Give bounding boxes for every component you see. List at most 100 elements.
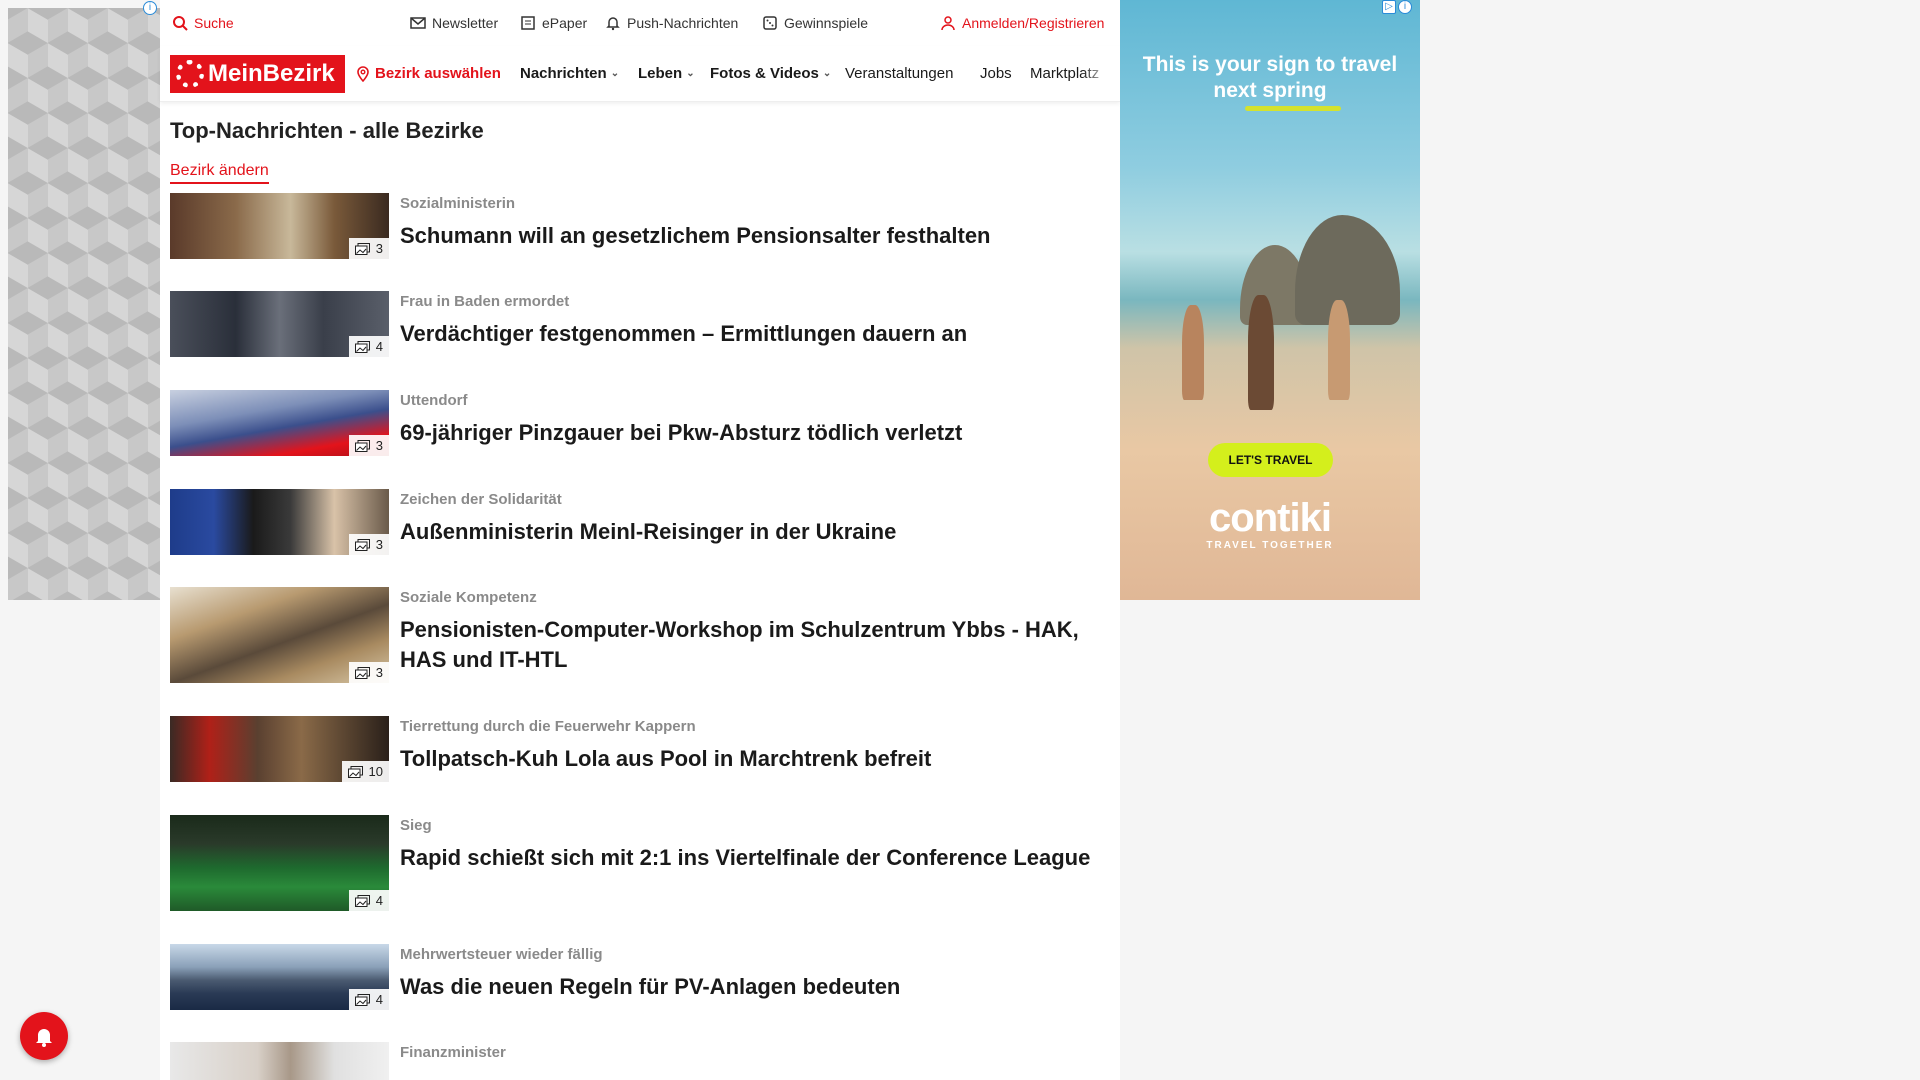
right-display-ad[interactable]: ▷ i This is your sign to travel next spr… — [1120, 0, 1420, 600]
search-link[interactable]: Suche — [172, 15, 234, 31]
mail-icon — [410, 17, 426, 29]
article-headline[interactable]: 69-jähriger Pinzgauer bei Pkw-Absturz tö… — [400, 418, 1100, 448]
ad-info-icon[interactable]: i — [1398, 0, 1412, 14]
newspaper-icon — [521, 16, 535, 30]
article-kicker: Finanzminister — [400, 1044, 506, 1061]
image-count-badge: 10 — [341, 761, 389, 782]
search-icon — [173, 16, 188, 31]
chevron-down-icon: ⌄ — [610, 68, 620, 79]
meinbezirk-logo[interactable]: MeinBezirk — [170, 55, 345, 93]
article-item[interactable]: 4 Sieg Rapid schießt sich mit 2:1 ins Vi… — [170, 815, 1100, 925]
search-label: Suche — [194, 15, 234, 31]
article-headline[interactable]: Rapid schießt sich mit 2:1 ins Viertelfi… — [400, 843, 1100, 873]
nav-item-leben[interactable]: Leben ⌄ — [638, 65, 695, 82]
article-item[interactable]: Finanzminister — [170, 1042, 1100, 1080]
image-gallery-icon — [354, 340, 370, 353]
push-label: Push-Nachrichten — [627, 15, 739, 31]
image-count-badge: 4 — [348, 989, 389, 1010]
ad-headline-underline — [1245, 106, 1341, 111]
nav-item-label: Veranstaltungen — [845, 65, 954, 82]
article-headline[interactable]: Was die neuen Regeln für PV-Anlagen bede… — [400, 972, 1100, 1002]
nav-item-nachrichten[interactable]: Nachrichten ⌄ — [520, 65, 619, 82]
article-kicker: Soziale Kompetenz — [400, 589, 537, 606]
ad-brand-logo: contiki — [1209, 496, 1332, 540]
image-gallery-icon — [354, 666, 370, 679]
article-kicker: Tierrettung durch die Feuerwehr Kappern — [400, 718, 696, 735]
article-headline[interactable]: Verdächtiger festgenommen – Ermittlungen… — [400, 319, 1100, 349]
page-title: Top-Nachrichten - alle Bezirke — [170, 118, 484, 143]
article-thumbnail[interactable]: 10 — [170, 716, 389, 782]
ad-headline: This is your sign to travel next spring — [1142, 53, 1398, 102]
district-select[interactable]: Bezirk auswählen — [355, 65, 501, 82]
image-gallery-icon — [354, 538, 370, 551]
article-item[interactable]: 3 Zeichen der Solidarität Außenministeri… — [170, 489, 1100, 569]
article-headline[interactable]: Tollpatsch-Kuh Lola aus Pool in Marchtre… — [400, 744, 1100, 774]
article-thumbnail[interactable] — [170, 1042, 389, 1080]
article-headline[interactable]: Außenministerin Meinl-Reisinger in der U… — [400, 517, 1100, 547]
change-district-link[interactable]: Bezirk ändern — [170, 162, 269, 184]
chevron-down-icon: ⌄ — [686, 68, 695, 79]
epaper-link[interactable]: ePaper — [520, 15, 587, 31]
image-gallery-icon — [347, 765, 363, 778]
main-navigation: MeinBezirk Bezirk auswählen Nachrichten … — [160, 46, 1120, 102]
nav-item-fotos-videos[interactable]: Fotos & Videos ⌄ — [710, 65, 831, 82]
logo-mark-icon — [176, 60, 204, 88]
image-count-badge: 3 — [348, 435, 389, 456]
games-link[interactable]: Gewinnspiele — [762, 15, 868, 31]
image-count: 4 — [375, 893, 383, 908]
image-count: 3 — [375, 537, 383, 552]
ad-rock-shape — [1295, 215, 1400, 325]
nav-item-label: Fotos & Videos — [710, 65, 819, 82]
user-icon — [941, 16, 955, 31]
ad-info-icon[interactable]: i — [143, 1, 157, 15]
article-kicker: Sozialministerin — [400, 195, 516, 212]
article-thumbnail[interactable]: 3 — [170, 587, 389, 683]
nav-item-label: Jobs — [980, 65, 1012, 82]
login-link[interactable]: Anmelden/Registrieren — [940, 15, 1104, 31]
nav-item-label: Nachrichten — [520, 65, 607, 82]
image-count-badge: 3 — [348, 238, 389, 259]
article-kicker: Uttendorf — [400, 392, 468, 409]
nav-item-label: Leben — [638, 65, 683, 82]
article-kicker: Mehrwertsteuer wieder fällig — [400, 946, 603, 963]
image-gallery-icon — [354, 894, 370, 907]
article-item[interactable]: 3 Uttendorf 69-jähriger Pinzgauer bei Pk… — [170, 390, 1100, 470]
article-item[interactable]: 3 Sozialministerin Schumann will an gese… — [170, 193, 1100, 273]
push-notification-button[interactable] — [20, 1012, 68, 1060]
article-thumbnail[interactable]: 3 — [170, 193, 389, 259]
article-item[interactable]: 4 Frau in Baden ermordet Verdächtiger fe… — [170, 291, 1100, 371]
image-count-badge: 3 — [348, 662, 389, 683]
image-count-badge: 3 — [348, 534, 389, 555]
ad-cta-button[interactable]: LET'S TRAVEL — [1208, 443, 1333, 477]
article-headline[interactable]: Schumann will an gesetzlichem Pensionsal… — [400, 221, 1100, 251]
ad-person-figure — [1328, 300, 1350, 400]
newsletter-label: Newsletter — [432, 15, 499, 31]
image-gallery-icon — [354, 439, 370, 452]
left-skyscraper-ad[interactable] — [8, 8, 160, 600]
image-gallery-icon — [354, 993, 370, 1006]
article-headline[interactable]: Pensionisten-Computer-Workshop im Schulz… — [400, 615, 1100, 675]
article-thumbnail[interactable]: 4 — [170, 291, 389, 357]
article-thumbnail[interactable]: 3 — [170, 390, 389, 456]
article-thumbnail[interactable]: 4 — [170, 944, 389, 1010]
epaper-label: ePaper — [542, 15, 588, 31]
image-count: 3 — [375, 665, 383, 680]
image-count: 4 — [375, 992, 383, 1007]
nav-item-veranstaltungen[interactable]: Veranstaltungen — [845, 65, 953, 82]
push-notifications-link[interactable]: Push-Nachrichten — [605, 15, 738, 31]
article-item[interactable]: 3 Soziale Kompetenz Pensionisten-Compute… — [170, 587, 1100, 697]
article-thumbnail[interactable]: 4 — [170, 815, 389, 911]
ad-play-icon[interactable]: ▷ — [1382, 0, 1396, 14]
article-thumbnail[interactable]: 3 — [170, 489, 389, 555]
main-content: Suche Newsletter ePaper Push-Nachrichten… — [160, 0, 1120, 1080]
article-item[interactable]: 4 Mehrwertsteuer wieder fällig Was die n… — [170, 944, 1100, 1024]
map-pin-icon — [357, 65, 369, 82]
utility-bar: Suche Newsletter ePaper Push-Nachrichten… — [160, 0, 1120, 46]
image-count: 10 — [368, 764, 383, 779]
article-kicker: Frau in Baden ermordet — [400, 293, 570, 310]
ad-choices[interactable]: ▷ i — [1382, 0, 1412, 14]
newsletter-link[interactable]: Newsletter — [410, 15, 498, 31]
article-item[interactable]: 10 Tierrettung durch die Feuerwehr Kappe… — [170, 716, 1100, 796]
nav-item-jobs[interactable]: Jobs — [980, 65, 1012, 82]
dice-icon — [763, 16, 777, 30]
